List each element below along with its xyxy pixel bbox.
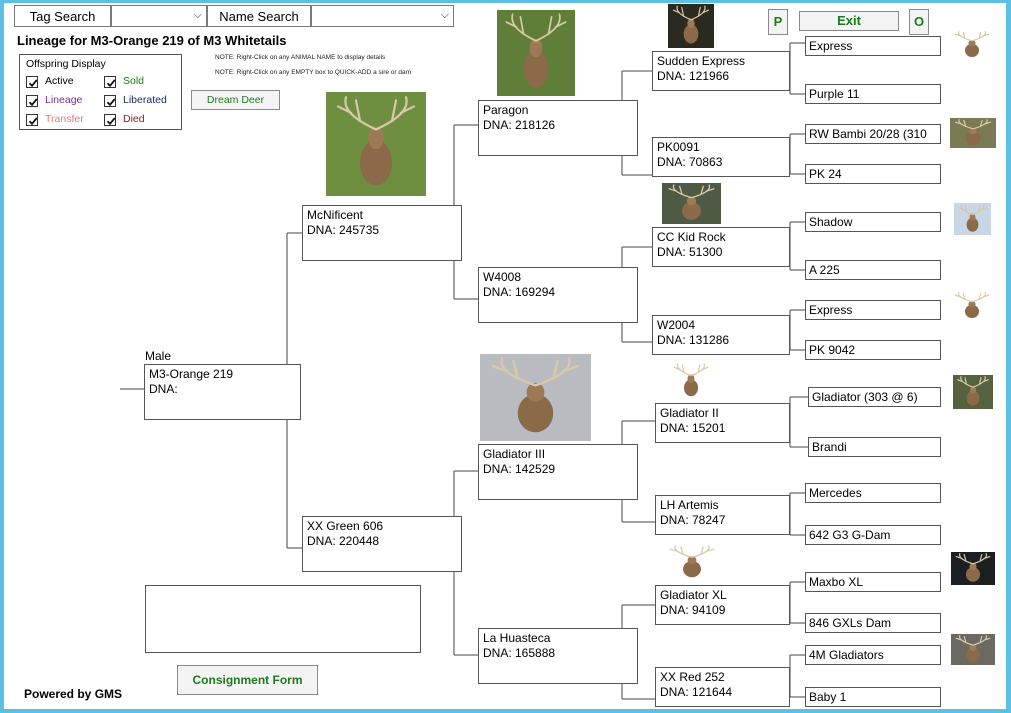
gen3-node-lahuasteca[interactable]: La Huasteca DNA: 165888 — [478, 628, 638, 684]
sire-name[interactable]: McNificent — [307, 208, 363, 222]
gen5-box[interactable]: Mercedes — [805, 483, 941, 503]
gen4-node-xxred[interactable]: XX Red 252 DNA: 121644 — [655, 667, 790, 707]
deer-photo-gladiatorxl — [664, 544, 720, 581]
deer-icon — [669, 362, 713, 400]
gen5-box[interactable]: A 225 — [805, 260, 941, 280]
subject-node[interactable]: M3-Orange 219 DNA: — [144, 364, 301, 420]
gen3-node-gladiator3[interactable]: Gladiator III DNA: 142529 — [478, 444, 638, 500]
deer-icon — [662, 183, 721, 224]
consignment-form-button[interactable]: Consignment Form — [177, 665, 318, 695]
deer-icon — [326, 92, 426, 196]
gen5-box[interactable]: RW Bambi 20/28 (310 — [805, 124, 941, 144]
gen5-box[interactable]: Baby 1 — [805, 687, 941, 707]
gen4-dna-sudden: DNA: 121966 — [657, 69, 730, 83]
gen3-dna-gladiator3: DNA: 142529 — [483, 462, 556, 476]
gen3-dna-paragon: DNA: 218126 — [483, 118, 556, 132]
gen5-box[interactable]: Maxbo XL — [805, 572, 941, 592]
deer-photo-gladiator2 — [669, 362, 713, 400]
deer-photo-paragon — [497, 10, 575, 96]
gen4-node-artemis[interactable]: LH Artemis DNA: 78247 — [655, 495, 790, 535]
deer-icon — [480, 354, 591, 441]
gen5-box[interactable]: 642 G3 G-Dam — [805, 525, 941, 545]
gen5-box[interactable]: PK 24 — [805, 164, 941, 184]
gen4-node-gladiatorxl[interactable]: Gladiator XL DNA: 94109 — [655, 585, 790, 625]
notes-box[interactable] — [145, 585, 421, 653]
gen3-name-paragon[interactable]: Paragon — [483, 103, 528, 117]
gen4-node-w2004[interactable]: W2004 DNA: 131286 — [652, 315, 790, 355]
gen4-name-sudden[interactable]: Sudden Express — [657, 54, 745, 68]
sire-dna: DNA: 245735 — [307, 223, 380, 237]
gen5-box[interactable]: 4M Gladiators — [805, 645, 941, 665]
deer-photo-sudden — [668, 4, 714, 48]
gen5-box[interactable]: Gladiator (303 @ 6) — [808, 387, 941, 407]
deer-icon — [953, 375, 993, 409]
deer-photo-gladiator — [953, 375, 993, 409]
gen3-dna-lahuasteca: DNA: 165888 — [483, 646, 556, 660]
deer-icon — [950, 118, 996, 148]
gen5-box[interactable]: Brandi — [808, 437, 941, 457]
gen3-dna-w4008: DNA: 169294 — [483, 285, 556, 299]
dam-name[interactable]: XX Green 606 — [307, 519, 383, 533]
deer-icon — [954, 203, 991, 235]
deer-photo-shadow — [954, 203, 991, 235]
gen5-box[interactable]: PK 9042 — [805, 340, 941, 360]
gen4-name-gladiator2[interactable]: Gladiator II — [660, 406, 719, 420]
sex-label: Male — [145, 349, 172, 363]
gen4-name-pk0091[interactable]: PK0091 — [657, 140, 700, 154]
gen3-name-lahuasteca[interactable]: La Huasteca — [483, 631, 550, 645]
gen4-dna-artemis: DNA: 78247 — [660, 513, 726, 527]
gen4-dna-gladiator2: DNA: 15201 — [660, 421, 726, 435]
dam-node[interactable]: XX Green 606 DNA: 220448 — [302, 516, 462, 572]
deer-photo-4mgladiators — [951, 634, 995, 665]
gen4-name-cckid[interactable]: CC Kid Rock — [657, 230, 726, 244]
gen4-node-gladiator2[interactable]: Gladiator II DNA: 15201 — [655, 403, 790, 443]
gen4-name-gladiatorxl[interactable]: Gladiator XL — [660, 588, 727, 602]
deer-icon — [664, 544, 720, 581]
powered-by-label: Powered by GMS — [24, 687, 123, 701]
gen4-dna-gladiatorxl: DNA: 94109 — [660, 603, 726, 617]
gen3-name-gladiator3[interactable]: Gladiator III — [483, 447, 545, 461]
deer-icon — [668, 4, 714, 48]
gen5-box[interactable]: Express — [805, 36, 941, 56]
gen4-node-pk0091[interactable]: PK0091 DNA: 70863 — [652, 137, 790, 177]
deer-icon — [951, 634, 995, 665]
gen4-node-cckid[interactable]: CC Kid Rock DNA: 51300 — [652, 227, 790, 267]
deer-icon — [950, 30, 994, 60]
gen5-box[interactable]: 846 GXLs Dam — [805, 613, 941, 633]
sire-node[interactable]: McNificent DNA: 245735 — [302, 205, 462, 261]
gen5-box[interactable]: Express — [805, 300, 941, 320]
gen3-name-w4008[interactable]: W4008 — [483, 270, 521, 284]
deer-icon — [950, 291, 994, 321]
gen4-name-xxred[interactable]: XX Red 252 — [660, 670, 725, 684]
deer-photo-maxbo — [951, 552, 995, 585]
gen4-dna-pk0091: DNA: 70863 — [657, 155, 723, 169]
deer-icon — [951, 552, 995, 585]
gen4-name-artemis[interactable]: LH Artemis — [660, 498, 719, 512]
gen5-box[interactable]: Shadow — [805, 212, 941, 232]
gen5-box[interactable]: Purple 11 — [805, 84, 941, 104]
gen4-dna-w2004: DNA: 131286 — [657, 333, 730, 347]
gen4-dna-cckid: DNA: 51300 — [657, 245, 723, 259]
gen4-dna-xxred: DNA: 121644 — [660, 685, 733, 699]
deer-photo-mcnificent — [326, 92, 426, 196]
gen3-node-w4008[interactable]: W4008 DNA: 169294 — [478, 267, 638, 323]
deer-photo-gladiator3 — [480, 354, 591, 441]
subject-name[interactable]: M3-Orange 219 — [149, 367, 233, 381]
subject-dna: DNA: — [149, 382, 178, 396]
deer-photo-express — [950, 30, 994, 60]
dam-dna: DNA: 220448 — [307, 534, 380, 548]
gen3-node-paragon[interactable]: Paragon DNA: 218126 — [478, 100, 638, 156]
deer-photo-rwbambi — [950, 118, 996, 148]
deer-icon — [497, 10, 575, 96]
gen4-name-w2004[interactable]: W2004 — [657, 318, 695, 332]
gen4-node-sudden[interactable]: Sudden Express DNA: 121966 — [652, 51, 790, 91]
lineage-window: Tag Search ⌵ Name Search ⌵ Lineage for M… — [4, 3, 1006, 709]
deer-photo-express-2 — [950, 291, 994, 321]
deer-photo-cckid — [662, 183, 721, 224]
